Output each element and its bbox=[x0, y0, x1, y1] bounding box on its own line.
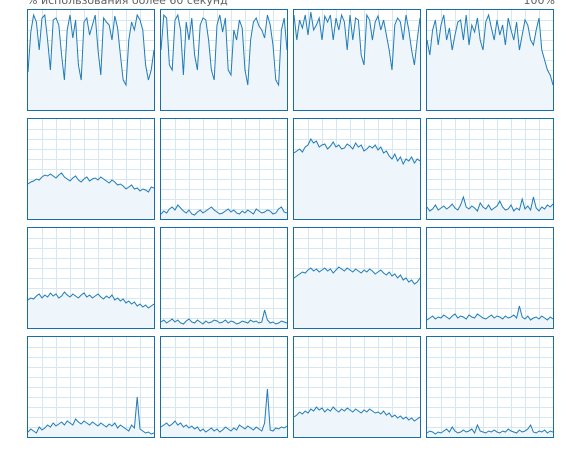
cpu-graph-canvas bbox=[427, 228, 553, 328]
usage-area bbox=[294, 139, 420, 219]
cpu-graph-4 bbox=[27, 118, 155, 220]
max-percent-label: 100% bbox=[523, 0, 555, 7]
cpu-graph-2 bbox=[293, 9, 421, 111]
cpu-graph-9 bbox=[160, 227, 288, 329]
cpu-graph-canvas bbox=[294, 228, 420, 328]
usage-area bbox=[427, 15, 553, 110]
cpu-graph-canvas bbox=[427, 10, 553, 110]
cpu-graph-canvas bbox=[28, 337, 154, 437]
cpu-graph-8 bbox=[27, 227, 155, 329]
cpu-graph-1 bbox=[160, 9, 288, 111]
cpu-graph-10 bbox=[293, 227, 421, 329]
graph-header: % использования более 60 секунд 100% bbox=[27, 0, 555, 8]
cpu-graph-6 bbox=[293, 118, 421, 220]
cpu-graph-7 bbox=[426, 118, 554, 220]
cpu-graph-canvas bbox=[427, 337, 553, 437]
cpu-graph-5 bbox=[160, 118, 288, 220]
cpu-graph-canvas bbox=[161, 337, 287, 437]
cpu-graph-canvas bbox=[28, 10, 154, 110]
cpu-graph-13 bbox=[160, 336, 288, 438]
cpu-graph-0 bbox=[27, 9, 155, 111]
cpu-graph-canvas bbox=[161, 10, 287, 110]
cpu-graph-canvas bbox=[294, 119, 420, 219]
cpu-graph-14 bbox=[293, 336, 421, 438]
cpu-graph-canvas bbox=[161, 119, 287, 219]
usage-over-60-seconds-label: % использования более 60 секунд bbox=[27, 0, 228, 7]
usage-area bbox=[294, 407, 420, 437]
cpu-graph-canvas bbox=[28, 119, 154, 219]
logical-processors-grid bbox=[27, 9, 555, 441]
cpu-graph-canvas bbox=[28, 228, 154, 328]
usage-area bbox=[28, 292, 154, 328]
cpu-graph-canvas bbox=[427, 119, 553, 219]
cpu-graph-12 bbox=[27, 336, 155, 438]
cpu-graph-canvas bbox=[161, 228, 287, 328]
usage-area bbox=[161, 15, 287, 110]
cpu-graph-canvas bbox=[294, 337, 420, 437]
cpu-graph-15 bbox=[426, 336, 554, 438]
cpu-graph-11 bbox=[426, 227, 554, 329]
cpu-graph-3 bbox=[426, 9, 554, 111]
cpu-usage-panel: % использования более 60 секунд 100% bbox=[0, 0, 579, 456]
cpu-graph-canvas bbox=[294, 10, 420, 110]
